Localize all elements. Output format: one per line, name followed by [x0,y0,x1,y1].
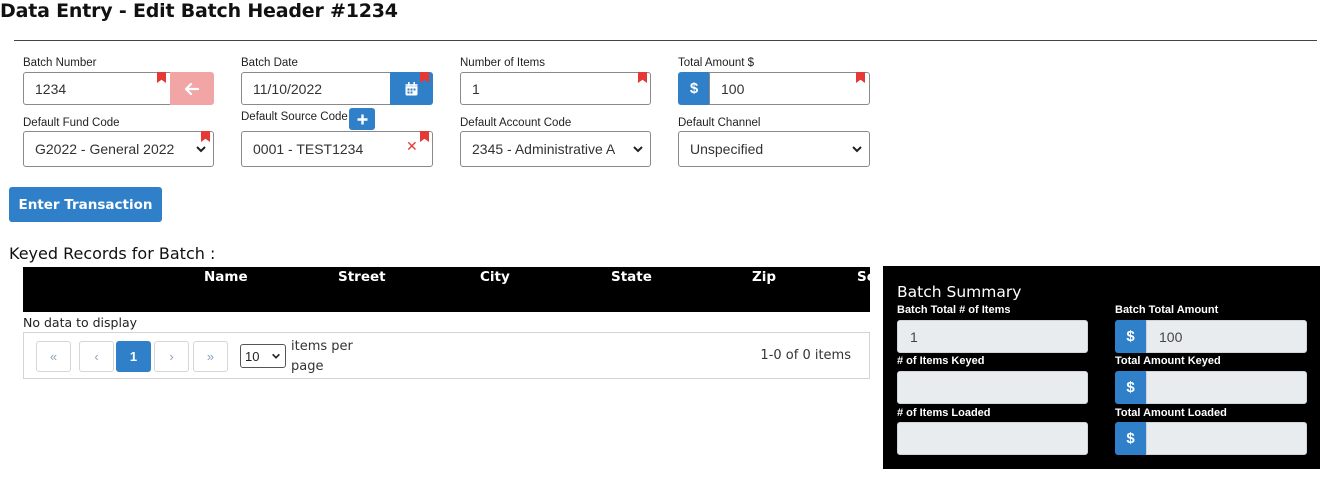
default-channel-value: Unspecified [690,141,764,157]
batch-number-input[interactable]: 1234 [23,72,171,105]
batch-number-label: Batch Number [23,57,97,69]
dollar-addon: $ [678,72,710,105]
dollar-addon: $ [1115,371,1146,404]
clear-icon[interactable]: ✕ [406,138,418,155]
items-loaded-label: # of Items Loaded [897,407,991,419]
page-title: Data Entry - Edit Batch Header #1234 [0,0,398,22]
total-amount-label: Total Amount $ [678,57,755,69]
add-source-code-button[interactable] [349,108,375,130]
default-account-code-value: 2345 - Administrative A [472,141,616,157]
dollar-addon: $ [1115,422,1146,455]
dollar-addon: $ [1115,320,1146,353]
batch-summary-title: Batch Summary [897,283,1022,301]
default-source-code-label: Default Source Code [241,111,348,123]
arrow-left-icon [185,82,199,95]
default-account-code-label: Default Account Code [460,117,572,129]
plus-icon [357,114,367,124]
batch-total-amount-label: Batch Total Amount [1115,304,1219,316]
pager: « ‹ 1 › » 10 items per page 1-0 of 0 ite… [23,332,870,379]
column-header-name[interactable]: Name [204,269,248,285]
default-channel-label: Default Channel [678,117,761,129]
chevron-down-icon [852,146,862,153]
batch-date-label: Batch Date [241,57,298,69]
items-per-page-label: items per page [291,339,353,374]
batch-total-items-field: 1 [897,320,1088,353]
batch-total-items-label: Batch Total # of Items [897,304,1011,316]
first-page-button[interactable]: « [36,341,71,372]
batch-date-input[interactable]: 11/10/2022 [241,72,391,105]
page-size-select[interactable]: 10 [240,344,286,368]
total-amount-input[interactable]: 100 [709,72,870,105]
column-header-street[interactable]: Street [338,269,386,285]
default-fund-code-select[interactable]: G2022 - General 2022 [23,131,214,167]
last-page-button[interactable]: » [193,341,228,372]
amount-loaded-field [1146,422,1307,455]
chevron-down-icon [272,353,280,359]
back-button[interactable] [170,72,214,105]
chevron-down-icon [196,146,206,153]
amount-keyed-field [1146,371,1307,404]
column-header-state[interactable]: State [611,269,652,285]
default-fund-code-label: Default Fund Code [23,117,120,129]
divider [14,40,1317,41]
prev-page-button[interactable]: ‹ [79,341,114,372]
items-keyed-label: # of Items Keyed [897,355,985,367]
amount-loaded-label: Total Amount Loaded [1115,407,1227,419]
number-of-items-label: Number of Items [460,57,545,69]
batch-total-amount-field: 100 [1146,320,1307,353]
number-of-items-input[interactable]: 1 [460,72,651,105]
enter-transaction-button[interactable]: Enter Transaction [9,187,162,222]
page-1-button[interactable]: 1 [116,341,151,372]
column-header-source[interactable]: Sc [857,269,870,285]
default-account-code-select[interactable]: 2345 - Administrative A [460,131,651,167]
calendar-icon [405,81,418,95]
no-data-message: No data to display [23,315,138,330]
default-source-code-input[interactable]: 0001 - TEST1234 [241,131,433,167]
next-page-button[interactable]: › [154,341,189,372]
pager-range-info: 1-0 of 0 items [760,348,851,363]
page-size-value: 10 [245,348,260,364]
default-channel-select[interactable]: Unspecified [678,131,870,167]
grid-header: Name Street City State Zip Sc [23,267,870,312]
column-header-city[interactable]: City [480,269,510,285]
default-fund-code-value: G2022 - General 2022 [35,141,175,157]
column-header-zip[interactable]: Zip [752,269,776,285]
items-loaded-field [897,422,1088,455]
amount-keyed-label: Total Amount Keyed [1115,355,1221,367]
batch-summary-panel: Batch Summary Batch Total # of Items 1 B… [883,266,1320,469]
items-keyed-field [897,371,1088,404]
keyed-records-title: Keyed Records for Batch : [9,244,216,263]
chevron-down-icon [633,146,643,153]
